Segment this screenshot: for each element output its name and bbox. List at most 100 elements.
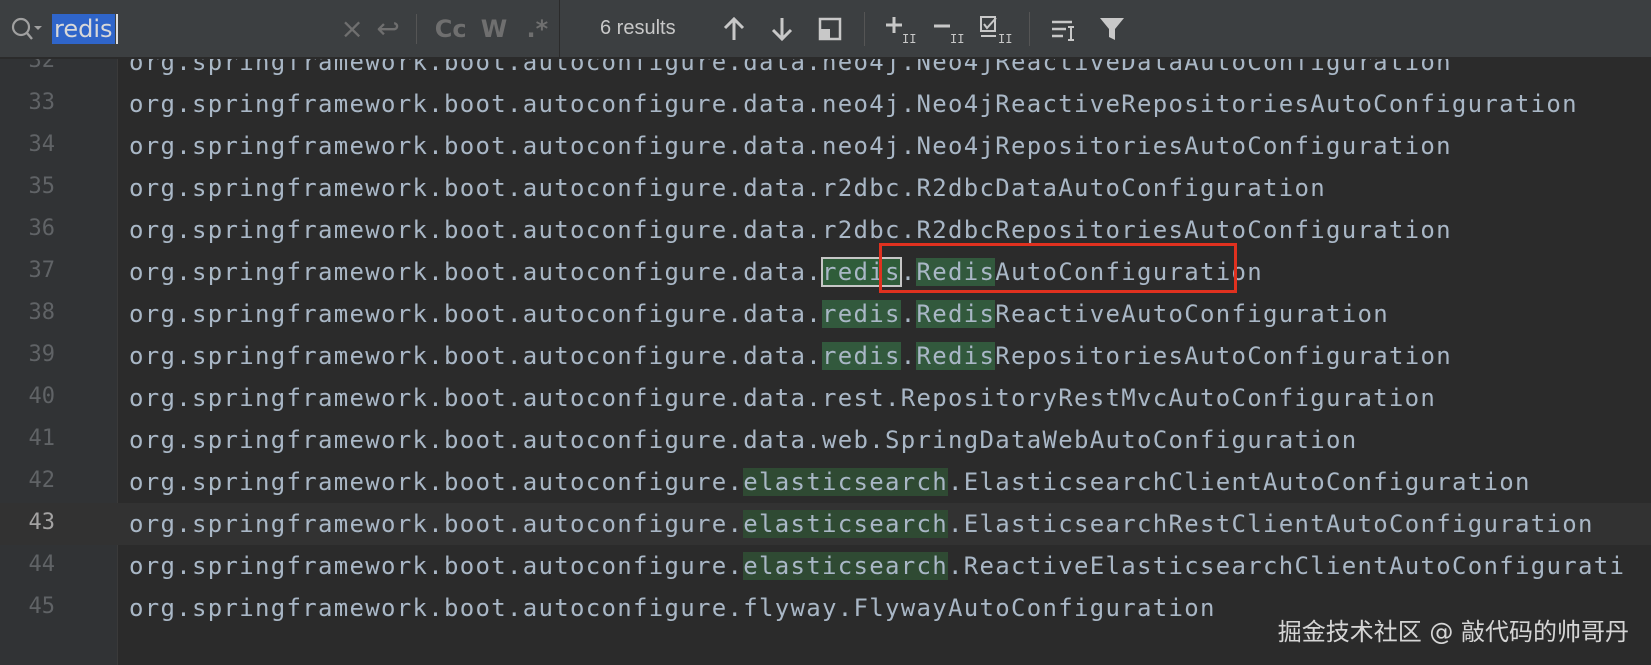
match-case-toggle[interactable]: Cc (429, 12, 472, 46)
line-number: 33 (28, 90, 56, 115)
code-segment: .ElasticsearchRestClientAutoConfiguratio… (947, 510, 1594, 538)
code-segment: org.springframework.boot.autoconfigure.d… (129, 300, 822, 328)
line-number: 37 (28, 258, 56, 283)
code-text: org.springframework.boot.autoconfigure.d… (129, 298, 1389, 330)
search-match: redis (820, 257, 902, 287)
search-match: redis (821, 342, 901, 370)
arrow-up-icon[interactable] (710, 9, 758, 49)
code-line[interactable]: 33 org.springframework.boot.autoconfigure… (0, 83, 1651, 125)
code-segment: org.springframework.boot.autoconfigure.d… (129, 342, 822, 370)
code-segment: org.springframework.boot.autoconfigure.d… (129, 132, 1452, 160)
select-occurrences-icon[interactable]: II (971, 9, 1019, 49)
code-text: org.springframework.boot.autoconfigure.d… (129, 382, 1436, 414)
text-caret (115, 13, 118, 44)
line-number: 32 (28, 59, 56, 73)
find-bar: redis × ↩ Cc W .* 6 results II II II (0, 0, 1651, 58)
search-history-icon[interactable] (8, 12, 44, 46)
code-line[interactable]: 39 org.springframework.boot.autoconfigure… (0, 335, 1651, 377)
code-segment: .ReactiveElasticsearchClientAutoConfigur… (947, 552, 1626, 580)
filter-options-icon[interactable] (1040, 9, 1088, 49)
line-number: 41 (28, 426, 56, 451)
code-segment: org.springframework.boot.autoconfigure. (129, 468, 744, 496)
clear-icon[interactable]: × (336, 12, 368, 46)
code-segment: . (900, 300, 917, 328)
code-segment: org.springframework.boot.autoconfigure.d… (129, 59, 1452, 76)
filter-icon[interactable] (1088, 9, 1136, 49)
code-segment: org.springframework.boot.autoconfigure. (129, 510, 744, 538)
code-line[interactable]: 35 org.springframework.boot.autoconfigure… (0, 167, 1651, 209)
code-text: org.springframework.boot.autoconfigure.e… (129, 550, 1625, 582)
code-line[interactable]: 42 org.springframework.boot.autoconfigure… (0, 461, 1651, 503)
results-count: 6 results (600, 17, 676, 39)
line-number: 36 (28, 216, 56, 241)
add-selection-icon[interactable]: II (875, 9, 923, 49)
code-line[interactable]: 32 org.springframework.boot.autoconfigure… (0, 59, 1651, 83)
regex-toggle[interactable]: .* (516, 12, 559, 46)
code-text: org.springframework.boot.autoconfigure.d… (129, 214, 1452, 246)
code-text: org.springframework.boot.autoconfigure.e… (129, 466, 1531, 498)
search-input[interactable]: redis (52, 12, 278, 46)
code-text: org.springframework.boot.autoconfigure.d… (129, 88, 1578, 120)
line-number: 34 (28, 132, 56, 157)
search-match: Redis (916, 300, 996, 328)
code-segment: org.springframework.boot.autoconfigure.d… (129, 426, 1358, 454)
watermark: 掘金技术社区 @ 敲代码的帅哥丹 (1277, 618, 1629, 646)
code-text: org.springframework.boot.autoconfigure.f… (129, 592, 1216, 624)
code-line[interactable]: 44 org.springframework.boot.autoconfigure… (0, 545, 1651, 587)
svg-text:II: II (998, 32, 1012, 44)
code-line[interactable]: 43 org.springframework.boot.autoconfigure… (0, 503, 1651, 545)
code-line[interactable]: 38 org.springframework.boot.autoconfigure… (0, 293, 1651, 335)
code-line[interactable]: 37 org.springframework.boot.autoconfigure… (0, 251, 1651, 293)
code-segment: org.springframework.boot.autoconfigure.d… (129, 216, 1452, 244)
remove-selection-icon[interactable]: II (923, 9, 971, 49)
find-input-group: redis × ↩ Cc W .* (0, 0, 560, 58)
search-match: Redis (916, 258, 996, 286)
code-segment: org.springframework.boot.autoconfigure.d… (129, 174, 1326, 202)
code-segment: .ElasticsearchClientAutoConfiguration (947, 468, 1531, 496)
code-text: org.springframework.boot.autoconfigure.d… (129, 340, 1452, 372)
select-all-occurrences-icon[interactable] (806, 9, 854, 49)
search-match: elasticsearch (743, 510, 948, 538)
code-segment: org.springframework.boot.autoconfigure. (129, 552, 744, 580)
search-match: redis (821, 300, 901, 328)
divider (1029, 11, 1030, 46)
code-segment: org.springframework.boot.autoconfigure.f… (129, 594, 1216, 622)
divider (416, 13, 418, 44)
line-number: 35 (28, 174, 56, 199)
line-number: 39 (28, 342, 56, 367)
search-match: elasticsearch (743, 468, 948, 496)
arrow-down-icon[interactable] (758, 9, 806, 49)
code-line[interactable]: 41 org.springframework.boot.autoconfigure… (0, 419, 1651, 461)
search-match: elasticsearch (743, 552, 948, 580)
line-number: 44 (28, 552, 56, 577)
code-line[interactable]: 34 org.springframework.boot.autoconfigure… (0, 125, 1651, 167)
code-text: org.springframework.boot.autoconfigure.d… (129, 424, 1357, 456)
code-segment: RepositoriesAutoConfiguration (995, 342, 1452, 370)
code-segment: AutoConfiguration (995, 258, 1263, 286)
line-number: 45 (28, 594, 56, 619)
newline-icon[interactable]: ↩ (372, 12, 404, 46)
code-segment: . (900, 258, 917, 286)
search-query-text: redis (52, 13, 115, 44)
code-segment: org.springframework.boot.autoconfigure.d… (129, 258, 822, 286)
line-number: 38 (28, 300, 56, 325)
find-toolbar: 6 results II II II (560, 0, 1136, 58)
code-text: org.springframework.boot.autoconfigure.d… (129, 256, 1263, 288)
divider (864, 11, 865, 46)
code-segment: . (900, 342, 917, 370)
code-segment: org.springframework.boot.autoconfigure.d… (129, 90, 1578, 118)
code-line[interactable]: 40 org.springframework.boot.autoconfigure… (0, 377, 1651, 419)
line-number: 43 (28, 510, 56, 535)
whole-words-toggle[interactable]: W (472, 12, 515, 46)
code-segment: org.springframework.boot.autoconfigure.d… (129, 384, 1437, 412)
code-text: org.springframework.boot.autoconfigure.d… (129, 59, 1452, 78)
code-text: org.springframework.boot.autoconfigure.d… (129, 130, 1452, 162)
search-match: Redis (916, 342, 996, 370)
code-line[interactable]: 36 org.springframework.boot.autoconfigure… (0, 209, 1651, 251)
code-text: org.springframework.boot.autoconfigure.d… (129, 172, 1326, 204)
line-number: 40 (28, 384, 56, 409)
svg-text:II: II (902, 32, 916, 44)
line-number: 42 (28, 468, 56, 493)
code-editor[interactable]: 32 org.springframework.boot.autoconfigure… (0, 59, 1651, 665)
code-segment: ReactiveAutoConfiguration (995, 300, 1389, 328)
